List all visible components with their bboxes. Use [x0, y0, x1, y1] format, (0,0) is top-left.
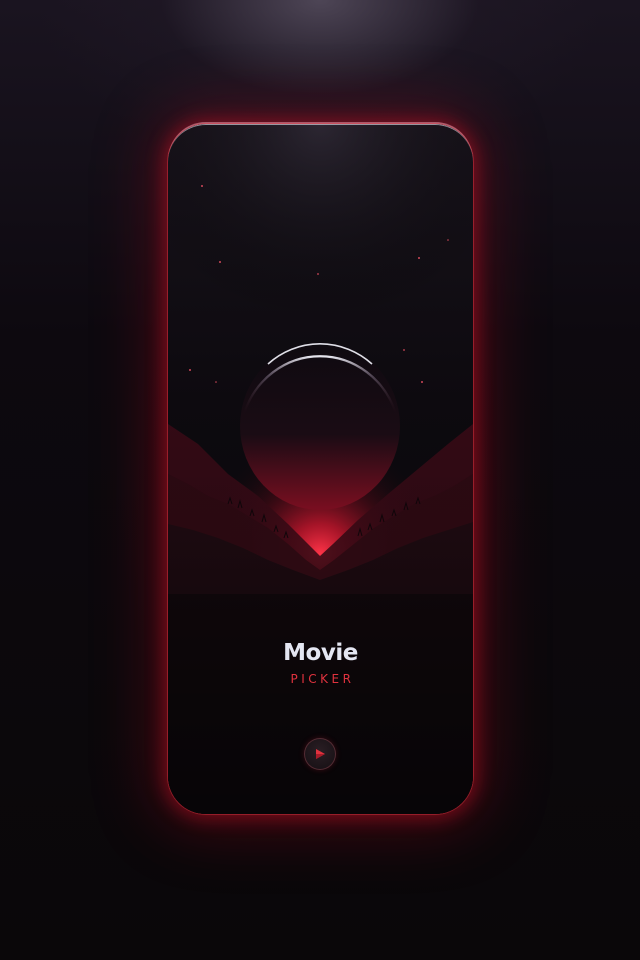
splash-background: Movie PICKER: [0, 0, 640, 960]
hero-illustration: [168, 124, 473, 814]
play-arrow-icon: [316, 749, 325, 759]
moon-orb: [240, 342, 400, 510]
start-button[interactable]: [304, 738, 336, 770]
phone-frame: Movie PICKER: [168, 124, 473, 814]
app-logo: Movie PICKER: [168, 640, 473, 686]
app-title: Movie: [283, 640, 358, 666]
app-subtitle: PICKER: [290, 672, 355, 686]
